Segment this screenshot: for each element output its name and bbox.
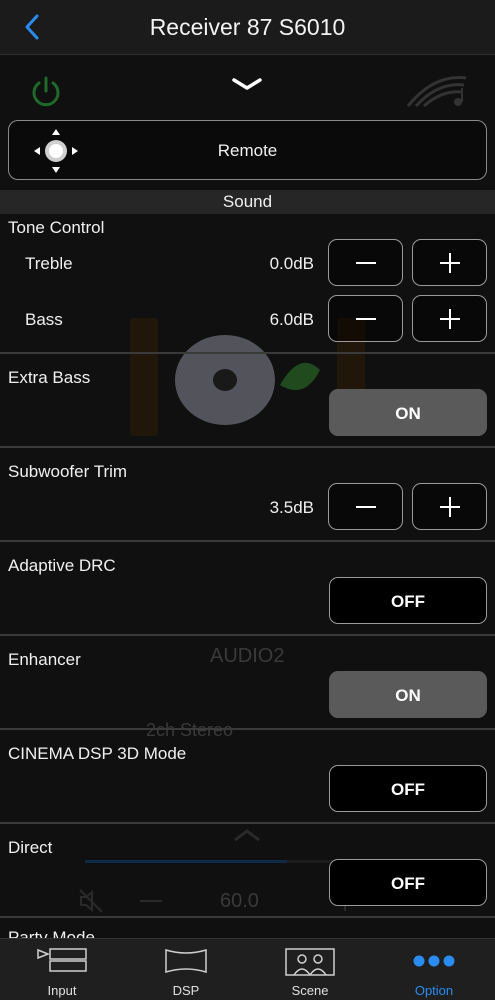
bass-value: 6.0dB: [269, 310, 314, 329]
subwoofer-trim-value: 3.5dB: [269, 498, 314, 517]
background-volume-value: 60.0: [220, 890, 259, 912]
subwoofer-trim-label: Subwoofer Trim: [8, 462, 128, 481]
dsp-icon: [165, 948, 207, 974]
bass-label: Bass: [25, 310, 63, 329]
extra-bass-toggle[interactable]: ON: [329, 389, 487, 436]
remote-button[interactable]: Remote: [8, 120, 487, 180]
enhancer-toggle[interactable]: ON: [329, 671, 487, 718]
nav-dsp-label: DSP: [172, 983, 200, 998]
scene-icon: [285, 948, 335, 976]
bass-minus-button[interactable]: [328, 295, 403, 342]
bass-plus-button[interactable]: [412, 295, 487, 342]
nav-input[interactable]: Input: [0, 939, 124, 1000]
treble-value: 0.0dB: [269, 254, 314, 273]
adaptive-drc-label: Adaptive DRC: [8, 556, 116, 575]
minus-icon: [356, 506, 376, 508]
divider: [0, 916, 495, 918]
chevron-down-icon[interactable]: [230, 75, 264, 93]
divider: [0, 352, 495, 354]
subwoofer-trim-minus-button[interactable]: [328, 483, 403, 530]
plus-icon: [440, 253, 460, 273]
cinema-dsp-3d-toggle[interactable]: OFF: [329, 765, 487, 812]
remote-label: Remote: [217, 141, 278, 160]
top-bar: Receiver 87 S6010: [0, 0, 495, 55]
power-icon: [32, 76, 60, 107]
nav-scene-label: Scene: [291, 983, 329, 998]
background-mode-label: 2ch Stereo: [146, 720, 234, 740]
music-cast-icon: [406, 76, 467, 108]
nav-option[interactable]: Option: [372, 939, 495, 1000]
treble-label: Treble: [25, 254, 73, 273]
minus-icon: [356, 262, 376, 264]
treble-minus-button[interactable]: [328, 239, 403, 286]
adaptive-drc-toggle[interactable]: OFF: [329, 577, 487, 624]
nav-option-label: Option: [414, 983, 454, 998]
chevron-up-icon: [234, 829, 260, 842]
nav-input-label: Input: [47, 983, 77, 998]
cinema-dsp-3d-label: CINEMA DSP 3D Mode: [8, 744, 187, 763]
background-source-label: AUDIO2: [210, 645, 285, 667]
direct-label: Direct: [8, 838, 53, 857]
divider: [0, 822, 495, 824]
treble-plus-button[interactable]: [412, 239, 487, 286]
nav-dsp[interactable]: DSP: [124, 939, 248, 1000]
plus-icon: [440, 309, 460, 329]
divider: [0, 634, 495, 636]
more-dots-icon: [413, 955, 455, 967]
page-title: Receiver 87 S6010: [149, 14, 346, 40]
party-mode-label: Party Mode: [8, 929, 95, 938]
input-icon: [37, 948, 87, 972]
tone-control-label: Tone Control: [8, 218, 105, 237]
direct-toggle[interactable]: OFF: [329, 859, 487, 906]
divider: [0, 446, 495, 448]
minus-icon: [356, 318, 376, 320]
enhancer-label: Enhancer: [8, 650, 81, 669]
nav-scene[interactable]: Scene: [248, 939, 372, 1000]
plus-icon: [440, 497, 460, 517]
extra-bass-label: Extra Bass: [8, 368, 91, 387]
mute-icon: [79, 889, 103, 913]
divider: [0, 728, 495, 730]
subwoofer-trim-plus-button[interactable]: [412, 483, 487, 530]
bottom-navigation: Input DSP Scene Option: [0, 938, 495, 1000]
divider: [0, 540, 495, 542]
background-volume-minus: [140, 900, 162, 902]
section-header-sound: Sound: [0, 190, 495, 214]
